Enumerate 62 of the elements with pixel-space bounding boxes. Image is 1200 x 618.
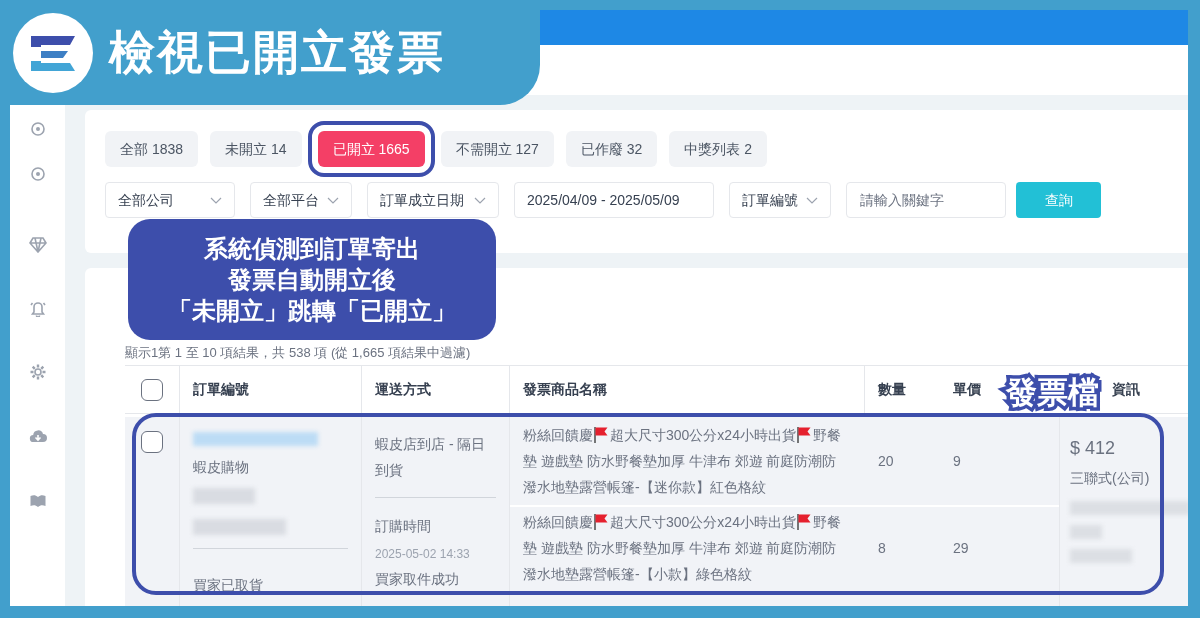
column-header: 發票商品名稱 [523, 380, 607, 399]
pickup-status: 買家取件成功 [375, 570, 460, 589]
invoice-type: 三聯式(公司) [1070, 469, 1151, 488]
quantity: 20 [878, 453, 894, 469]
product-name: 墊 遊戲墊 防水野餐墊加厚 牛津布 郊遊 前庭防潮防 [523, 538, 837, 558]
annotation-label: 發票檔 [1001, 372, 1104, 413]
flag-icon [795, 426, 813, 444]
checkbox[interactable] [141, 378, 163, 401]
tab[interactable]: 全部 1838 [105, 131, 199, 167]
tab[interactable]: 已作廢 32 [565, 131, 658, 167]
tab[interactable]: 未開立 14 [210, 131, 302, 167]
dropdown[interactable]: 訂單編號 [729, 182, 831, 218]
logo-icon [13, 12, 93, 93]
chevron-down-icon[interactable] [474, 196, 486, 204]
bell-icon[interactable] [28, 299, 47, 317]
product-name: 粉絲回饋慶 [523, 426, 593, 445]
callout-text: 發票自動開立後 [228, 264, 396, 295]
platform-text: 蝦皮購物 [193, 458, 250, 477]
column-header: 資訊 [1112, 380, 1140, 399]
amount: $ 412 [1070, 437, 1117, 460]
quantity: 8 [878, 539, 886, 556]
product-name: 野餐 [812, 426, 841, 445]
product-name: 粉絲回饋慶 [523, 512, 593, 532]
flag-icon [593, 512, 610, 531]
tab[interactable]: 中獎列表 2 [669, 131, 767, 167]
callout-text: 系統偵測到訂單寄出 [204, 233, 420, 264]
product-name: 潑水地墊露營帳篷-【小款】綠色格紋 [523, 564, 752, 584]
checkbox[interactable] [141, 431, 163, 453]
unit-price: 9 [953, 453, 961, 469]
radio-icon[interactable] [28, 120, 47, 138]
shipping-text: 蝦皮店到店 - 隔日到貨 [375, 435, 487, 480]
flag-icon [795, 512, 813, 531]
dropdown[interactable]: 全部平台 [250, 182, 352, 218]
chevron-down-icon[interactable] [327, 196, 339, 204]
unit-price: 29 [953, 539, 969, 556]
date-range-field[interactable]: 2025/04/09 - 2025/05/09 [514, 182, 714, 218]
chevron-down-icon[interactable] [806, 196, 818, 204]
callout-text: 「未開立」跳轉「已開立」 [168, 296, 456, 327]
chevron-down-icon[interactable] [210, 196, 222, 204]
product-name: 潑水地墊露營帳篷-【迷你款】紅色格紋 [523, 478, 766, 497]
cloud-download-icon[interactable] [28, 427, 47, 445]
product-name: 墊 遊戲墊 防水野餐墊加厚 牛津布 郊遊 前庭防潮防 [523, 452, 837, 471]
column-header: 運送方式 [375, 380, 431, 399]
dropdown[interactable]: 訂單成立日期 [367, 182, 499, 218]
radio-icon[interactable] [28, 165, 47, 183]
book-icon[interactable] [28, 492, 47, 510]
label-text: 訂購時間 [375, 517, 432, 536]
search-field[interactable]: 請輸入關鍵字 [846, 182, 1006, 218]
diamond-icon[interactable] [28, 235, 47, 253]
settings-icon[interactable] [28, 363, 47, 381]
dropdown[interactable]: 全部公司 [105, 182, 235, 218]
product-name: 超大尺寸300公分x24小時出貨 [610, 426, 796, 445]
results-summary: 顯示1第 1 至 10 項結果，共 538 項 (從 1,665 項結果中過濾) [125, 344, 472, 362]
banner-title: 檢視已開立發票 [109, 25, 445, 80]
tab[interactable]: 不需開立 127 [440, 131, 554, 167]
product-name: 超大尺寸300公分x24小時出貨 [610, 512, 796, 532]
column-header: 訂單編號 [193, 380, 249, 399]
column-header: 數量 [878, 380, 906, 399]
order-time: 2025-05-02 14:33 [375, 546, 471, 563]
flag-icon [593, 426, 610, 444]
column-header: 單價 [953, 380, 981, 399]
product-name: 野餐 [812, 512, 841, 532]
